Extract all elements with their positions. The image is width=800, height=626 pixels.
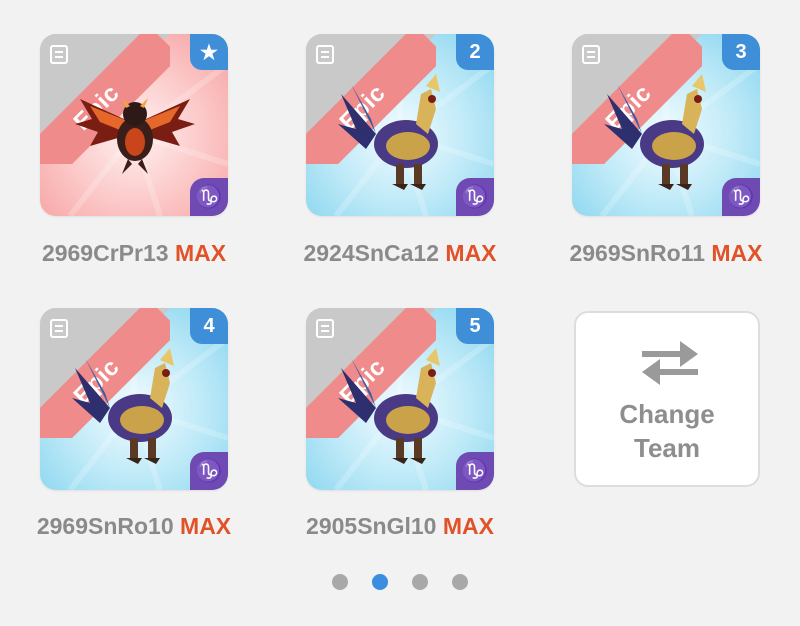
creature-label-1: 2969CrPr13 MAX	[4, 240, 264, 267]
creature-card-3[interactable]: Epic 3 ♑	[572, 34, 760, 216]
level-max: MAX	[442, 513, 494, 539]
swap-arrows-icon	[642, 341, 698, 385]
change-team-line1: Change	[619, 399, 715, 429]
change-team-line2: Team	[634, 433, 700, 463]
page-dot-4[interactable]	[452, 574, 468, 590]
team-slot-badge: 4	[190, 308, 228, 344]
creature-name: 2969CrPr13	[41, 240, 169, 266]
team-slot-badge: 2	[456, 34, 494, 70]
creature-label-4: 2969SnRo10 MAX	[4, 513, 264, 540]
armored-bird-image	[338, 348, 440, 464]
creature-name: 2969SnRo11	[569, 240, 705, 266]
creature-card-5[interactable]: Epic 5 ♑	[306, 308, 494, 490]
element-icon: ♑	[190, 178, 228, 216]
creature-label-3: 2969SnRo11 MAX	[536, 240, 796, 267]
rank-icon	[316, 319, 334, 338]
creature-name: 2905SnGl10	[306, 513, 437, 539]
armored-bird-image	[338, 74, 440, 190]
favorite-star-badge: ★	[190, 34, 228, 70]
level-max: MAX	[445, 240, 497, 266]
change-team-button[interactable]: Change Team	[574, 311, 760, 487]
creature-label-5: 2905SnGl10 MAX	[270, 513, 530, 540]
level-max: MAX	[711, 240, 763, 266]
rank-icon	[50, 45, 68, 64]
element-icon: ♑	[722, 178, 760, 216]
page-dot-1[interactable]	[332, 574, 348, 590]
page-dot-2[interactable]	[372, 574, 388, 590]
page-dot-3[interactable]	[412, 574, 428, 590]
element-icon: ♑	[456, 178, 494, 216]
creature-label-2: 2924SnCa12 MAX	[270, 240, 530, 267]
creature-card-4[interactable]: Epic 4 ♑	[40, 308, 228, 490]
element-icon: ♑	[456, 452, 494, 490]
rank-icon	[582, 45, 600, 64]
change-team-label: Change Team	[576, 397, 758, 465]
page-indicator	[332, 574, 472, 592]
creature-name: 2969SnRo10	[36, 513, 174, 539]
element-icon: ♑	[190, 452, 228, 490]
level-max: MAX	[180, 513, 232, 539]
armored-bird-image	[72, 348, 174, 464]
creature-card-2[interactable]: Epic 2 ♑	[306, 34, 494, 216]
rank-icon	[316, 45, 334, 64]
team-slot-badge: 3	[722, 34, 760, 70]
team-slot-badge: 5	[456, 308, 494, 344]
creature-card-1[interactable]: Epic ★ ♑	[40, 34, 228, 216]
creature-name: 2924SnCa12	[303, 240, 440, 266]
rank-icon	[50, 319, 68, 338]
red-dragon-image	[75, 98, 195, 174]
level-max: MAX	[174, 240, 227, 266]
armored-bird-image	[604, 74, 706, 190]
